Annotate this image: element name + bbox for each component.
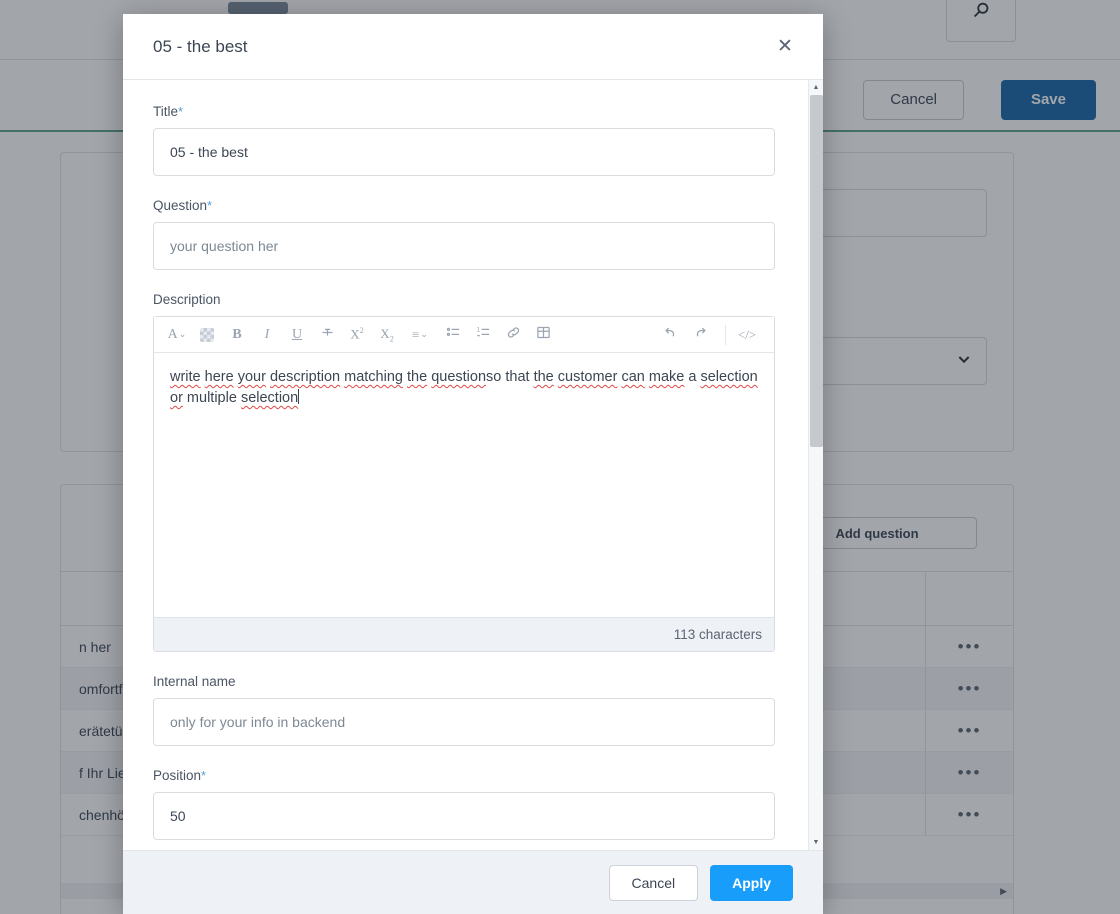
question-field-group: Question* your question her [153,198,781,270]
position-label-text: Position [153,768,202,783]
editor-word: the [407,369,428,385]
editor-word: customer [557,369,618,385]
toolbar-divider [725,324,726,345]
superscript-icon: X2 [350,326,364,342]
strikethrough-button[interactable] [314,322,340,348]
editor-word: your [237,369,266,385]
editor-word: selection [240,390,299,407]
subscript-button[interactable]: X2 [374,322,400,348]
title-field-group: Title* 05 - the best [153,104,781,176]
numbered-list-icon: 1 [476,325,491,344]
editor-word: selection [700,369,758,385]
editor-word: or [170,390,183,407]
editor-text: multiple [182,390,241,407]
edit-question-modal: 05 - the best ✕ Title* 05 - the best Que… [123,14,823,914]
source-code-icon: </> [737,326,757,342]
bullet-list-icon [446,325,461,344]
link-icon [506,325,521,344]
source-code-button[interactable]: </> [734,322,760,348]
editor-word: question [431,369,487,385]
apply-button[interactable]: Apply [710,864,793,901]
editor-word: make [648,369,685,385]
scrollbar-thumb[interactable] [809,95,823,447]
scrollbar-track[interactable] [809,95,824,835]
title-label: Title* [153,104,781,119]
bullet-list-button[interactable] [440,322,466,348]
underline-icon: U [291,326,303,342]
svg-text:1: 1 [476,326,480,333]
question-label-text: Question [153,198,208,213]
description-label: Description [153,292,221,307]
position-field-group: Position* 50 [153,768,781,840]
editor-word: can [621,369,645,385]
redo-button[interactable] [687,322,713,348]
question-input[interactable]: your question her [153,222,775,270]
editor-word: write [170,369,201,385]
align-button[interactable]: ≡ ⌄ [404,322,436,348]
modal-body: Title* 05 - the best Question* your ques… [123,80,823,850]
undo-icon [663,325,678,344]
editor-toolbar: A ⌄ B I U X2 X2 ≡ ⌄ 1 </> [154,317,774,353]
required-marker: * [178,104,184,119]
numbered-list-button[interactable]: 1 [470,322,496,348]
scroll-up-arrow-icon[interactable]: ▲ [809,80,824,95]
highlight-color-swatch-icon [200,327,214,342]
editor-text: so that [486,369,534,385]
undo-button[interactable] [657,322,683,348]
superscript-button[interactable]: X2 [344,322,370,348]
required-marker: * [207,198,213,213]
internal-name-input[interactable]: only for your info in backend [153,698,775,746]
underline-button[interactable]: U [284,322,310,348]
description-editor-content[interactable]: write here your description matching the… [154,353,774,617]
highlight-color-button[interactable] [194,322,220,348]
editor-word: here [204,369,234,385]
table-icon [536,325,551,344]
scroll-down-arrow-icon[interactable]: ▼ [809,835,824,850]
subscript-icon: X2 [380,325,394,344]
editor-text: a [684,369,697,385]
position-label: Position* [153,768,781,783]
title-label-text: Title [153,104,179,119]
italic-icon: I [264,326,270,342]
text-cursor [298,389,300,405]
position-input[interactable]: 50 [153,792,775,840]
bold-button[interactable]: B [224,322,250,348]
modal-scrollbar[interactable]: ▲ ▼ [808,80,823,850]
font-style-button[interactable]: A ⌄ [164,322,190,348]
chevron-down-icon: ⌄ [420,329,428,339]
editor-word: description [269,369,341,385]
font-style-icon: A [167,326,178,342]
close-icon[interactable]: ✕ [771,33,799,61]
bold-icon: B [232,326,242,342]
modal-header: 05 - the best ✕ [123,14,823,80]
modal-footer: Cancel Apply [123,850,823,914]
internal-name-label: Internal name [153,674,236,689]
strikethrough-icon [320,325,335,344]
italic-button[interactable]: I [254,322,280,348]
link-button[interactable] [500,322,526,348]
required-marker: * [201,768,207,783]
title-input[interactable]: 05 - the best [153,128,775,176]
table-button[interactable] [530,322,556,348]
editor-word: the [533,369,554,385]
description-field-group: Description A ⌄ B I U X2 X2 ≡ ⌄ 1 </> wr… [153,292,781,652]
character-counter: 113 characters [154,617,774,651]
chevron-down-icon: ⌄ [178,329,187,339]
modal-title: 05 - the best [153,36,248,56]
question-label: Question* [153,198,781,213]
editor-word: matching [344,369,403,385]
align-icon: ≡ [412,326,420,342]
cancel-button[interactable]: Cancel [608,864,699,901]
internal-name-field-group: Internal name only for your info in back… [153,674,781,746]
redo-icon [693,325,708,344]
rich-text-editor: A ⌄ B I U X2 X2 ≡ ⌄ 1 </> write here you… [153,316,775,652]
